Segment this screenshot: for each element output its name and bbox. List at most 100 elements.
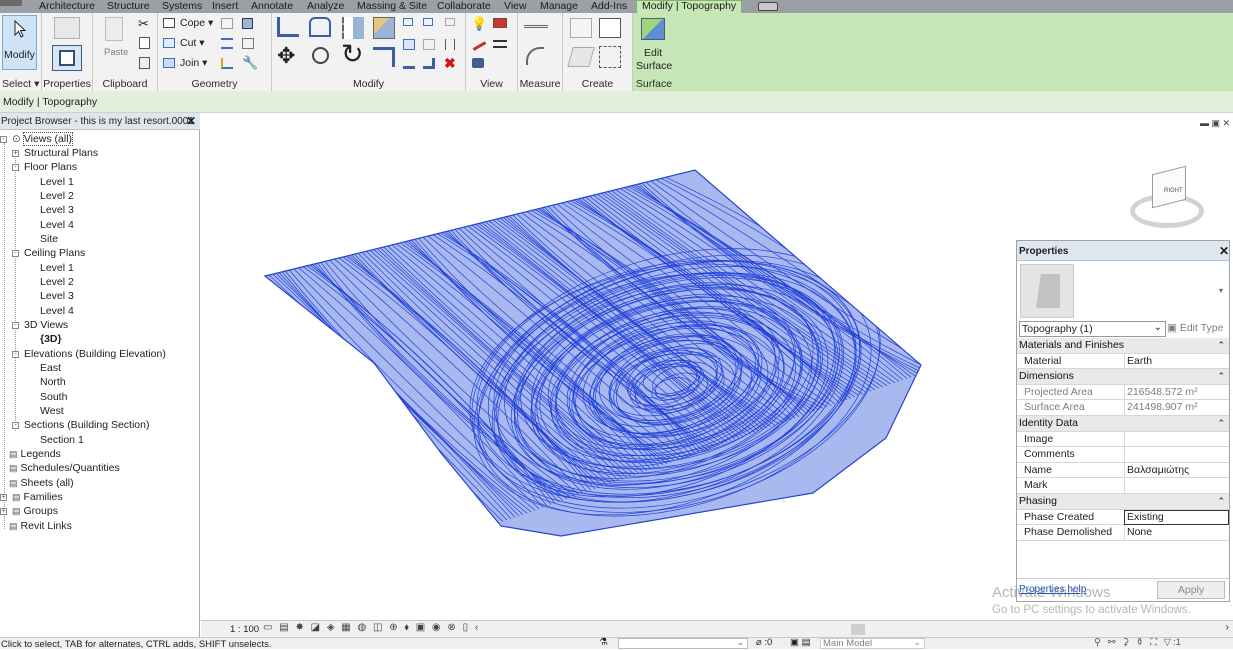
property-section-header[interactable]: Phasing ⌃ (1017, 494, 1229, 510)
tree-item[interactable]: Level 4 (40, 305, 74, 318)
tree-item[interactable]: South (40, 391, 67, 404)
property-row[interactable]: Mark (1017, 478, 1229, 494)
mirror-pick-axis-icon[interactable] (342, 17, 364, 39)
cope-button[interactable]: Cope ▾ (180, 17, 213, 29)
create-group-icon[interactable] (599, 18, 621, 38)
trim-single-icon[interactable] (403, 58, 415, 69)
tab-annotate[interactable]: Annotate (251, 0, 293, 13)
tree-item[interactable]: North (40, 376, 66, 389)
edit-surface-label-1[interactable]: Edit (644, 47, 662, 59)
bulb-icon[interactable]: 💡 (471, 16, 487, 32)
tab-architecture[interactable]: Architecture (39, 0, 95, 13)
tree-item[interactable]: Section 1 (40, 434, 84, 447)
tree-item[interactable]: Level 3 (40, 204, 74, 217)
design-options-icon[interactable]: ▣ ▤ (790, 637, 811, 648)
expand-toggle-icon[interactable]: - (12, 350, 19, 358)
align-tool-icon[interactable] (277, 17, 299, 37)
property-section-header[interactable]: Identity Data ⌃ (1017, 416, 1229, 432)
tab-add-ins[interactable]: Add-Ins (591, 0, 627, 13)
tree-item[interactable]: - Sections (Building Section) (12, 419, 149, 432)
tree-item[interactable]: ▤ Revit Links (9, 520, 72, 533)
tab-massing-site[interactable]: Massing & Site (357, 0, 427, 13)
split-gap-icon[interactable] (423, 18, 433, 26)
copy-icon[interactable] (139, 37, 150, 49)
expand-toggle-icon[interactable]: + (12, 150, 19, 157)
tree-item[interactable]: West (40, 405, 64, 418)
dimension-icon[interactable] (526, 47, 544, 65)
match-properties-icon[interactable] (139, 57, 150, 69)
design-option-dropdown[interactable]: Main Model ⌄ (820, 637, 925, 649)
create-similar-icon[interactable] (570, 18, 592, 38)
tree-item[interactable]: East (40, 362, 61, 375)
tab-collaborate[interactable]: Collaborate (437, 0, 491, 13)
cut-geometry-button[interactable]: Cut ▾ (180, 37, 205, 49)
edit-type-button[interactable]: ▣ Edit Type (1167, 322, 1223, 334)
trim-multiple-icon[interactable] (423, 58, 435, 69)
tree-item[interactable]: ▤ Legends (9, 448, 61, 461)
offset-icon[interactable] (309, 17, 331, 37)
view-hide-icon[interactable] (493, 18, 507, 28)
tab-view[interactable]: View (504, 0, 527, 13)
close-icon[interactable]: ✕ (186, 114, 196, 128)
wall-joins-icon[interactable] (221, 38, 233, 49)
pin-icon[interactable] (445, 18, 455, 26)
property-row[interactable]: Phase Created Existing (1017, 509, 1229, 526)
tree-item[interactable]: {3D} (40, 333, 62, 346)
tree-item[interactable]: Site (40, 233, 58, 246)
tree-item[interactable]: ▤ Schedules/Quantities (9, 462, 120, 475)
modify-select-button[interactable]: Modify (2, 15, 37, 70)
unpin-icon[interactable] (445, 39, 455, 50)
property-section-header[interactable]: Materials and Finishes ⌃ (1017, 338, 1229, 354)
selection-options-icons[interactable]: ⚲ ⚯ ⚳ ⚱ ⛶ ▽:1 (1094, 637, 1181, 648)
delete-icon[interactable]: ✖ (444, 55, 456, 72)
measure-icon[interactable] (524, 25, 548, 28)
tree-item[interactable]: Level 3 (40, 290, 74, 303)
tree-item[interactable]: - Floor Plans (12, 161, 77, 174)
apply-button[interactable]: Apply (1157, 581, 1225, 599)
override-graphics-icon[interactable] (469, 36, 487, 51)
tab-manage[interactable]: Manage (540, 0, 578, 13)
tab-modify-topography[interactable]: Modify | Topography (636, 0, 743, 13)
tree-item[interactable]: Level 1 (40, 262, 74, 275)
tree-item[interactable]: + ▤ Families (0, 491, 63, 504)
create-parts-icon[interactable] (567, 47, 595, 67)
tree-item[interactable]: Level 2 (40, 190, 74, 203)
tab-systems[interactable]: Systems (162, 0, 202, 13)
align-icon[interactable] (221, 58, 233, 69)
move-icon[interactable]: ✥ (277, 45, 295, 67)
view-scale[interactable]: 1 : 100 (230, 624, 259, 635)
property-row[interactable]: Name Βαλσαμιώτης (1017, 462, 1229, 479)
edit-surface-label-2[interactable]: Surface (636, 60, 672, 72)
tab-insert[interactable]: Insert (212, 0, 238, 13)
tree-item[interactable]: Level 2 (40, 276, 74, 289)
type-dropdown-icon[interactable]: ▾ (1219, 286, 1223, 295)
scroll-right-icon[interactable]: › (1226, 622, 1229, 633)
split-face-icon[interactable] (221, 18, 233, 29)
tree-item[interactable]: ▤ Sheets (all) (9, 477, 74, 490)
panel-toggle-icon[interactable] (758, 2, 778, 11)
tab-analyze[interactable]: Analyze (307, 0, 344, 13)
expand-toggle-icon[interactable]: - (12, 250, 19, 258)
close-icon[interactable]: ✕ (1219, 244, 1229, 258)
create-assembly-icon[interactable] (599, 46, 621, 68)
workset-dropdown[interactable]: ⌄ (618, 637, 748, 649)
type-selector[interactable]: Topography (1) ⌄ (1019, 321, 1166, 337)
property-row[interactable]: Projected Area 216548.572 m² (1017, 384, 1229, 401)
tree-item[interactable]: - Elevations (Building Elevation) (12, 348, 166, 361)
type-properties-button[interactable] (52, 45, 82, 71)
workset-icon[interactable]: ⚗ (599, 637, 608, 648)
demolish-icon[interactable] (242, 38, 254, 49)
viewcube[interactable]: RIGHT (1128, 165, 1206, 232)
tree-item[interactable]: Level 1 (40, 176, 74, 189)
horizontal-scrollbar[interactable] (851, 624, 865, 635)
copy-modify-icon[interactable] (312, 47, 329, 64)
tree-item[interactable]: + Structural Plans (12, 147, 98, 160)
visibility-icon[interactable] (472, 58, 484, 68)
expand-toggle-icon[interactable]: - (12, 321, 19, 329)
split-icon[interactable] (403, 18, 413, 26)
wrench-icon[interactable]: 🔧 (242, 55, 258, 71)
expand-toggle-icon[interactable]: + (0, 508, 7, 516)
property-row[interactable]: Comments (1017, 447, 1229, 463)
expand-toggle-icon[interactable]: + (0, 493, 7, 501)
tree-item[interactable]: + ▤ Groups (0, 505, 58, 518)
